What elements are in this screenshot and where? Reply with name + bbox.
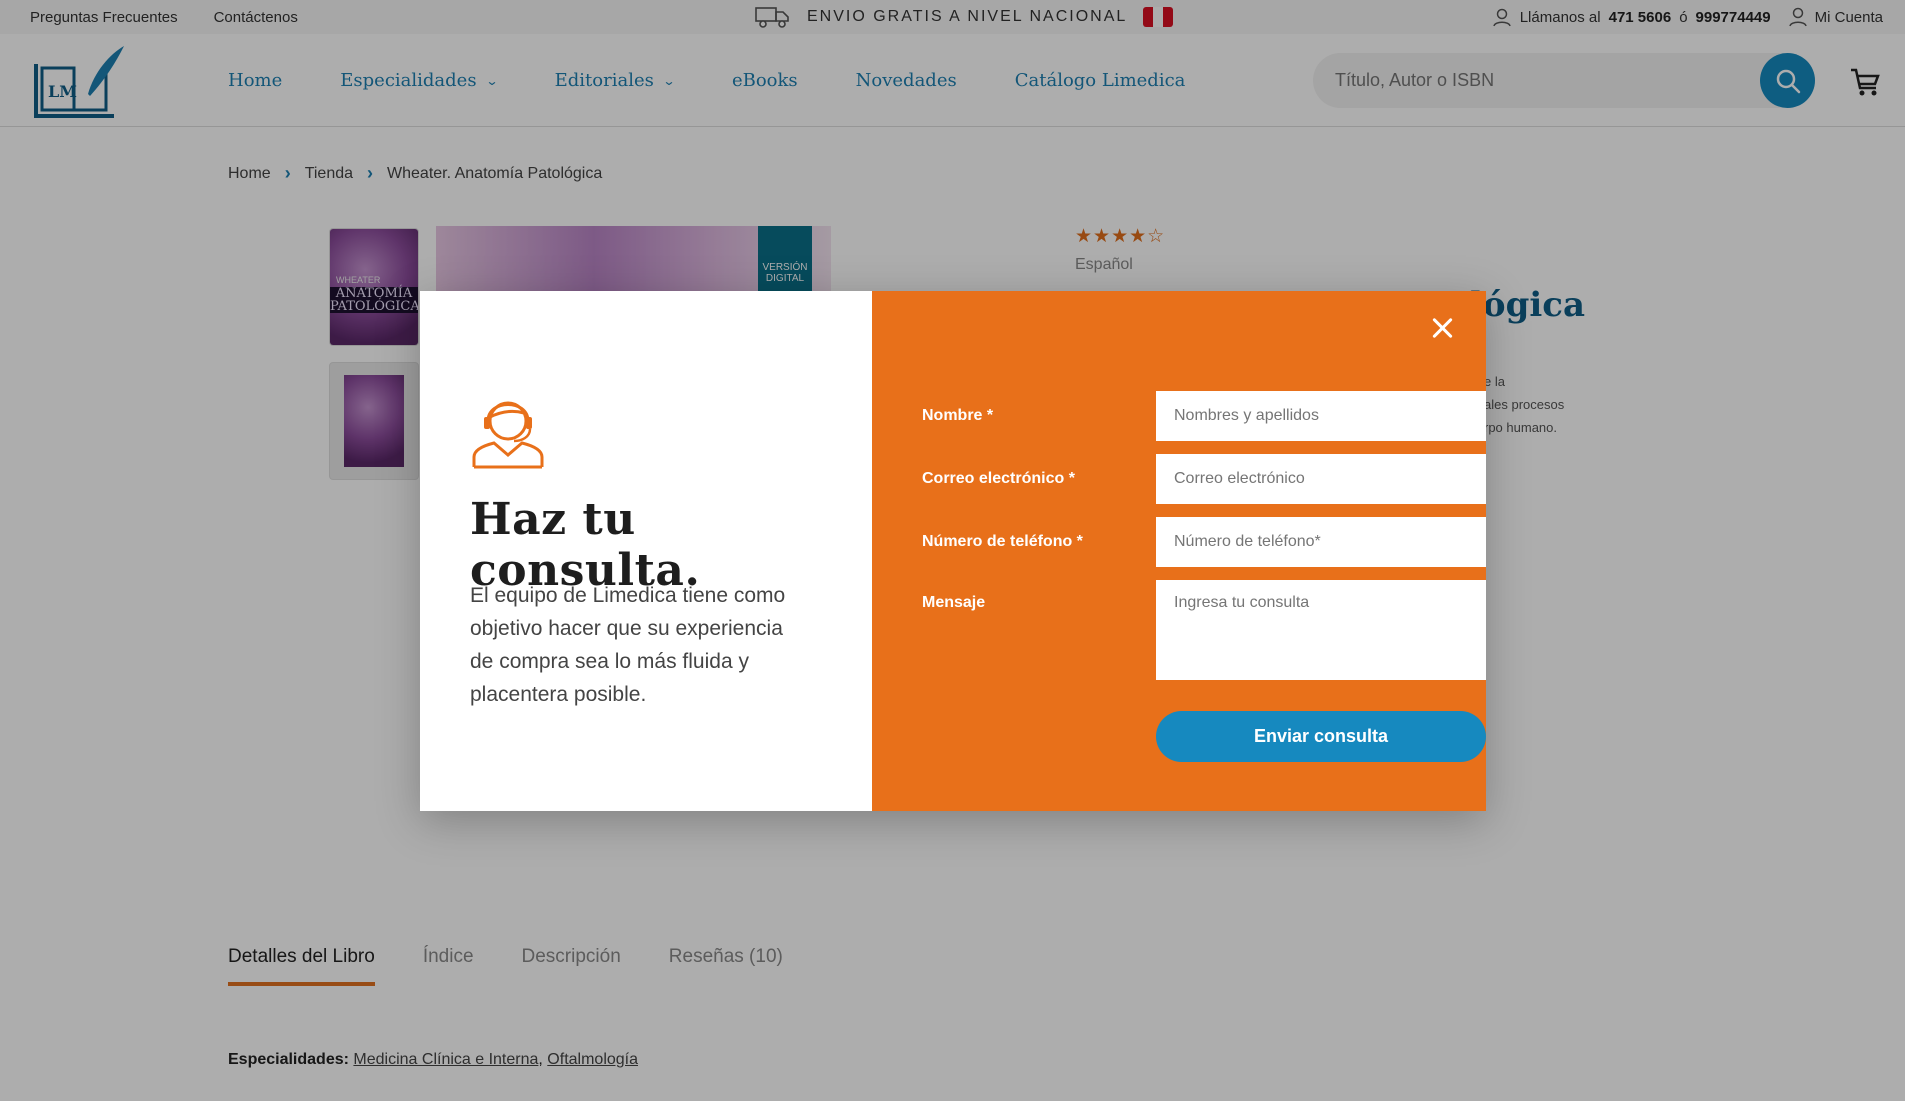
- phone-label: Número de teléfono *: [922, 533, 1083, 550]
- submit-button[interactable]: Enviar consulta: [1156, 711, 1486, 762]
- email-row: Correo electrónico *: [922, 454, 1486, 504]
- name-field[interactable]: [1156, 391, 1486, 441]
- consultation-modal: Haz tu consulta. El equipo de Limedica t…: [420, 291, 1486, 811]
- phone-row: Número de teléfono *: [922, 517, 1486, 567]
- name-row: Nombre *: [922, 391, 1486, 441]
- support-agent-icon: [472, 401, 544, 469]
- modal-info-pane: Haz tu consulta. El equipo de Limedica t…: [420, 291, 872, 811]
- close-icon[interactable]: [1430, 315, 1456, 341]
- modal-intro-text: El equipo de Limedica tiene como objetiv…: [470, 584, 786, 706]
- modal-form-pane: Nombre * Correo electrónico * Número de …: [872, 291, 1486, 811]
- message-row: Mensaje: [922, 580, 1486, 680]
- email-label: Correo electrónico *: [922, 470, 1075, 487]
- modal-backdrop-lower[interactable]: [0, 847, 1905, 1101]
- email-field[interactable]: [1156, 454, 1486, 504]
- name-label: Nombre *: [922, 407, 994, 424]
- message-label: Mensaje: [922, 594, 986, 611]
- phone-field[interactable]: [1156, 517, 1486, 567]
- message-field[interactable]: [1156, 580, 1486, 680]
